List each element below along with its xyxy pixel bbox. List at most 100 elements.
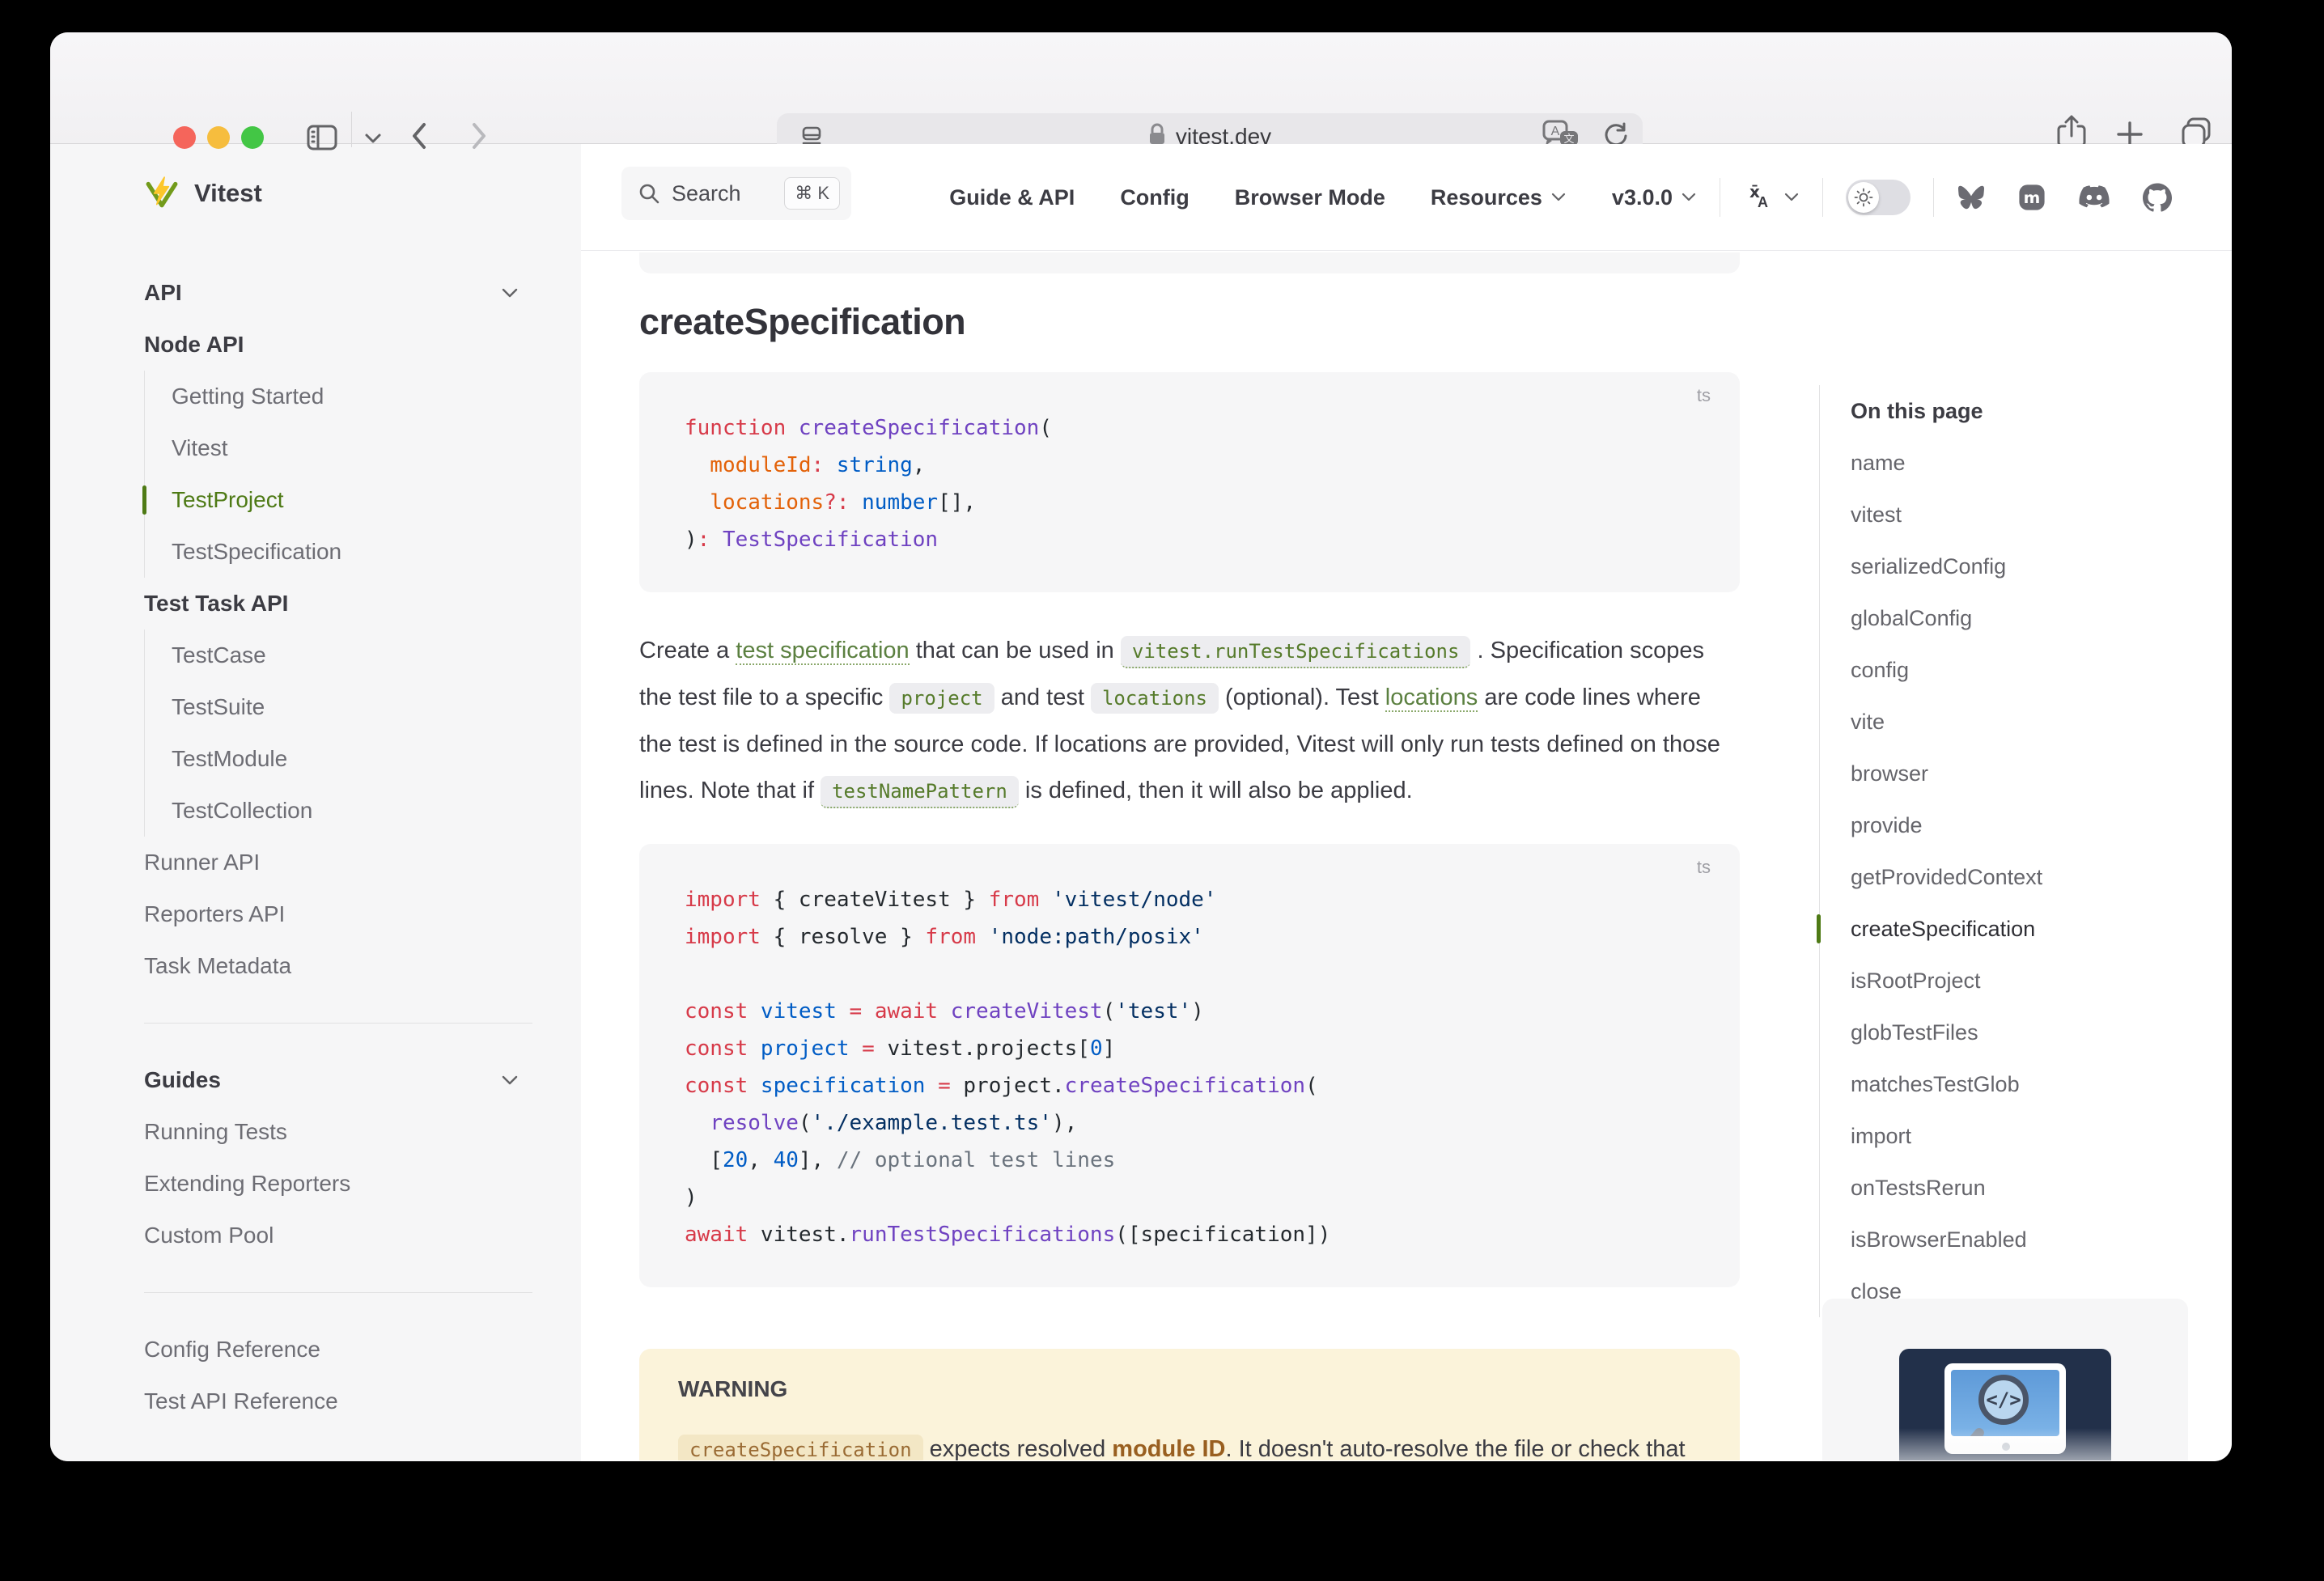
sidebar-section-api[interactable]: API: [144, 267, 532, 319]
sidebar-toggle-icon[interactable]: [306, 123, 338, 156]
chevron-down-icon: [1783, 192, 1800, 203]
divider: [1933, 178, 1934, 217]
link-test-specification[interactable]: test specification: [736, 638, 909, 665]
traffic-lights[interactable]: [173, 126, 264, 149]
sidebar-item-getting-started[interactable]: Getting Started: [145, 371, 532, 422]
description-paragraph: Create a test specification that can be …: [639, 628, 1740, 815]
inline-code-project: project: [889, 683, 994, 714]
previous-code-block-partial: [639, 252, 1740, 273]
sidebar-group-test-task-api[interactable]: Test Task API: [144, 578, 532, 629]
sidebar-item-testcollection[interactable]: TestCollection: [145, 785, 532, 837]
sidebar: Vitest API Node API Getting Started Vite…: [50, 144, 581, 1461]
toc-item-name[interactable]: name: [1851, 437, 2224, 489]
search-icon: [638, 182, 660, 205]
sidebar-item-extending-reporters[interactable]: Extending Reporters: [144, 1158, 532, 1210]
toc-item-matchestestglob[interactable]: matchesTestGlob: [1851, 1058, 2224, 1110]
sidebar-section-guides[interactable]: Guides: [144, 1054, 532, 1106]
toc-item-import[interactable]: import: [1851, 1110, 2224, 1162]
inline-code-locations: locations: [1091, 683, 1219, 714]
mastodon-icon[interactable]: m: [2018, 183, 2046, 212]
warning-title: WARNING: [678, 1376, 1701, 1402]
theme-toggle[interactable]: [1846, 180, 1911, 215]
toc-item-provide[interactable]: provide: [1851, 799, 2224, 851]
sidebar-item-reporters-api[interactable]: Reporters API: [144, 888, 532, 940]
chevron-down-icon: [1550, 192, 1567, 203]
toc-item-isbrowserenabled[interactable]: isBrowserEnabled: [1851, 1214, 2224, 1265]
chevron-down-icon: [500, 1074, 520, 1087]
toc-item-serializedconfig[interactable]: serializedConfig: [1851, 540, 2224, 592]
sidebar-item-testsuite[interactable]: TestSuite: [145, 681, 532, 733]
svg-text:A: A: [1758, 194, 1768, 210]
chevron-down-icon[interactable]: [363, 131, 384, 150]
toc-title: On this page: [1851, 385, 2224, 437]
github-icon[interactable]: [2143, 183, 2172, 212]
toc-item-isrootproject[interactable]: isRootProject: [1851, 955, 2224, 1007]
toc-item-globalconfig[interactable]: globalConfig: [1851, 592, 2224, 644]
sidebar-item-config-reference[interactable]: Config Reference: [144, 1324, 532, 1375]
inline-code-createspecification: createSpecification: [678, 1435, 923, 1460]
sidebar-item-runner-api[interactable]: Runner API: [144, 837, 532, 888]
code-block-signature[interactable]: ts function createSpecification( moduleI…: [639, 372, 1740, 592]
toc-item-globtestfiles[interactable]: globTestFiles: [1851, 1007, 2224, 1058]
link-testnamepattern[interactable]: testNamePattern: [821, 776, 1019, 808]
language-menu[interactable]: x̄A: [1743, 183, 1800, 212]
code-lang-badge: ts: [1697, 385, 1711, 406]
code-block-example[interactable]: ts import { createVitest } from 'vitest/…: [639, 844, 1740, 1287]
sidebar-item-custom-pool[interactable]: Custom Pool: [144, 1210, 532, 1261]
code-content: import { createVitest } from 'vitest/nod…: [685, 881, 1707, 1253]
code-lang-badge: ts: [1697, 857, 1711, 878]
sidebar-item-testproject[interactable]: TestProject: [145, 474, 532, 526]
chevron-down-icon: [500, 286, 520, 299]
search-input[interactable]: Search ⌘ K: [621, 167, 851, 220]
nav-config[interactable]: Config: [1120, 185, 1189, 210]
on-this-page-aside: On this page name vitest serializedConfi…: [1819, 251, 2224, 1317]
nav-browser-mode[interactable]: Browser Mode: [1235, 185, 1385, 210]
toc-item-browser[interactable]: browser: [1851, 748, 2224, 799]
back-button[interactable]: [406, 118, 434, 158]
nav-version[interactable]: v3.0.0: [1612, 185, 1697, 210]
doc-article: createSpecification ts function createSp…: [639, 251, 1740, 1460]
svg-text:A: A: [1551, 125, 1560, 138]
sidebar-group-node-api[interactable]: Node API: [144, 319, 532, 371]
close-window-button[interactable]: [173, 126, 196, 149]
browser-window: vitest.dev A文 Vitest: [50, 32, 2232, 1461]
toc-item-vitest[interactable]: vitest: [1851, 489, 2224, 540]
sun-icon: [1854, 188, 1873, 207]
sidebar-item-vitest[interactable]: Vitest: [145, 422, 532, 474]
sidebar-item-testcase[interactable]: TestCase: [145, 629, 532, 681]
divider: [1822, 178, 1823, 217]
nav-guide-api[interactable]: Guide & API: [949, 185, 1075, 210]
svg-text:m: m: [2024, 189, 2041, 207]
link-module-id[interactable]: module ID: [1112, 1436, 1225, 1460]
browser-toolbar: vitest.dev A文: [50, 32, 2232, 144]
page-title: createSpecification: [639, 301, 1740, 343]
minimize-window-button[interactable]: [207, 126, 230, 149]
sponsor-card[interactable]: </>: [1822, 1299, 2188, 1460]
bluesky-icon[interactable]: [1957, 184, 1986, 210]
toc-item-getprovidedcontext[interactable]: getProvidedContext: [1851, 851, 2224, 903]
sidebar-item-testspecification[interactable]: TestSpecification: [145, 526, 532, 578]
toc-item-config[interactable]: config: [1851, 644, 2224, 696]
divider: [144, 1023, 532, 1024]
sidebar-item-testmodule[interactable]: TestModule: [145, 733, 532, 785]
link-locations[interactable]: locations: [1385, 685, 1478, 712]
warning-text: createSpecification expects resolved mod…: [678, 1426, 1701, 1460]
code-content: function createSpecification( moduleId: …: [685, 409, 1707, 558]
toc-item-ontestsrerun[interactable]: onTestsRerun: [1851, 1162, 2224, 1214]
warning-callout: WARNING createSpecification expects reso…: [639, 1349, 1740, 1460]
sidebar-item-running-tests[interactable]: Running Tests: [144, 1106, 532, 1158]
forward-button[interactable]: [464, 118, 492, 158]
sidebar-item-task-metadata[interactable]: Task Metadata: [144, 940, 532, 992]
sidebar-item-test-api-reference[interactable]: Test API Reference: [144, 1375, 532, 1427]
nav-resources[interactable]: Resources: [1431, 185, 1567, 210]
link-runtestspecifications[interactable]: vitest.runTestSpecifications: [1121, 636, 1471, 668]
chevron-down-icon: [1681, 192, 1697, 203]
toc-item-vite[interactable]: vite: [1851, 696, 2224, 748]
divider: [144, 1292, 532, 1293]
top-navigation: Guide & API Config Browser Mode Resource…: [949, 144, 2232, 251]
zoom-window-button[interactable]: [241, 126, 264, 149]
discord-icon[interactable]: [2078, 184, 2110, 210]
toc-item-createspecification[interactable]: createSpecification: [1851, 903, 2224, 955]
search-shortcut: ⌘ K: [784, 177, 840, 210]
site-title: Vitest: [194, 179, 262, 208]
